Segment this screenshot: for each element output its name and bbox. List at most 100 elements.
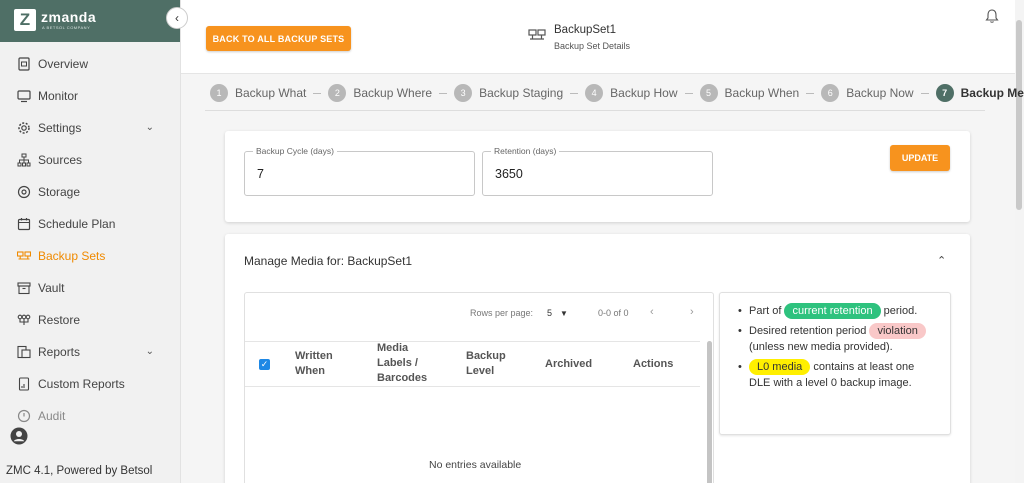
- manage-media-title: Manage Media for: BackupSet1: [244, 254, 413, 268]
- sidebar-item-label: Overview: [38, 57, 89, 71]
- step-number: 7: [935, 84, 954, 102]
- legend-text: Desired retention period: [749, 325, 867, 337]
- storage-icon: [17, 185, 31, 199]
- sources-icon: [17, 153, 31, 167]
- backup-cycle-label: Backup Cycle (days): [253, 146, 337, 156]
- current-retention-badge: current retention: [784, 303, 881, 319]
- column-archived[interactable]: Archived: [545, 357, 592, 372]
- caret-down-icon[interactable]: ▼: [560, 309, 568, 318]
- sidebar-item-label: Audit: [38, 409, 66, 423]
- chevron-down-icon: ⌄: [145, 122, 154, 133]
- calendar-icon: [17, 217, 31, 231]
- wizard-stepper: 1 Backup What 2 Backup Where 3 Backup Stagi…: [210, 82, 1024, 104]
- column-backup-level[interactable]: Backup Level: [466, 349, 521, 379]
- step-separator: [570, 92, 579, 94]
- user-account-icon[interactable]: [10, 427, 28, 445]
- step-backup-when[interactable]: 5 Backup When: [699, 84, 800, 102]
- retention-label: Retention (days): [491, 146, 560, 156]
- legend-item-l0-media: L0 media contains at least one DLE with …: [738, 359, 938, 391]
- retention-value: 3650: [495, 167, 523, 181]
- step-label: Backup How: [610, 86, 678, 100]
- step-label: Backup When: [724, 86, 800, 100]
- backup-set-name: BackupSet1: [554, 24, 617, 36]
- sidebar-item-label: Schedule Plan: [38, 217, 116, 231]
- sidebar-item-label: Restore: [38, 313, 81, 327]
- chevron-down-icon: ⌄: [145, 346, 154, 357]
- sidebar-item-sources[interactable]: Sources: [0, 144, 180, 176]
- gear-icon: [17, 121, 31, 135]
- manage-media-card: Manage Media for: BackupSet1 ⌃ Rows per …: [225, 234, 970, 483]
- sidebar: Z zmanda A BETSOL COMPANY Overview Monit…: [0, 0, 181, 483]
- sidebar-item-label: Monitor: [38, 89, 79, 103]
- sidebar-item-schedule-plan[interactable]: Schedule Plan: [0, 208, 180, 240]
- step-number: 2: [328, 84, 347, 102]
- retention-field[interactable]: Retention (days) 3650: [482, 146, 713, 196]
- backup-cycle-field[interactable]: Backup Cycle (days) 7: [244, 146, 475, 196]
- step-backup-staging[interactable]: 3 Backup Staging: [454, 84, 563, 102]
- chevron-up-icon[interactable]: ⌃: [937, 254, 946, 267]
- sidebar-item-settings[interactable]: Settings ⌄: [0, 112, 180, 144]
- sidebar-item-custom-reports[interactable]: Custom Reports: [0, 368, 180, 400]
- step-backup-now[interactable]: 6 Backup Now: [821, 84, 914, 102]
- column-written-when[interactable]: Written When: [295, 349, 355, 379]
- sidebar-item-backup-sets[interactable]: Backup Sets: [0, 240, 180, 272]
- sidebar-item-label: Settings: [38, 121, 82, 135]
- media-table: Rows per page: 5 ▼ 0-0 of 0 ‹ › ✓ Writte…: [244, 292, 714, 483]
- step-label: Backup Where: [353, 86, 433, 100]
- table-header: ✓ Written When Media Labels / Barcodes B…: [245, 341, 700, 387]
- backup-set-icon: [528, 29, 546, 40]
- scrollbar-thumb[interactable]: [1016, 20, 1022, 210]
- sidebar-item-reports[interactable]: Reports ⌄: [0, 336, 180, 368]
- legend-item-violation: Desired retention period violation (unle…: [738, 323, 938, 355]
- step-number: 5: [699, 84, 718, 102]
- update-button[interactable]: UPDATE: [890, 145, 950, 171]
- step-separator: [313, 92, 322, 94]
- step-backup-what[interactable]: 1 Backup What: [210, 84, 306, 102]
- legend-text: Part of: [749, 305, 782, 317]
- rows-per-page-select[interactable]: 5: [547, 308, 552, 318]
- sidebar-item-label: Storage: [38, 185, 81, 199]
- table-scrollbar[interactable]: [707, 341, 712, 483]
- step-number: 1: [210, 84, 228, 102]
- sidebar-item-label: Vault: [38, 281, 65, 295]
- footer-version: ZMC 4.1, Powered by Betsol: [6, 465, 153, 477]
- brand-tagline: A BETSOL COMPANY: [42, 25, 91, 30]
- sidebar-item-overview[interactable]: Overview: [0, 48, 180, 80]
- back-to-backup-sets-button[interactable]: BACK TO ALL BACKUP SETS: [206, 26, 351, 51]
- step-backup-media[interactable]: 7 Backup Media: [935, 84, 1024, 102]
- previous-page-icon[interactable]: ‹: [650, 306, 654, 318]
- legend-text: (unless new media provided).: [749, 341, 893, 353]
- step-separator: [684, 92, 693, 94]
- sidebar-item-label: Reports: [38, 345, 81, 359]
- page-scrollbar[interactable]: [1015, 0, 1024, 483]
- column-media-labels[interactable]: Media Labels / Barcodes: [377, 341, 437, 386]
- step-backup-where[interactable]: 2 Backup Where: [328, 84, 432, 102]
- step-separator: [439, 92, 448, 94]
- legend-item-current-retention: Part of current retention period.: [738, 303, 938, 319]
- backup-cycle-value: 7: [257, 167, 264, 181]
- bell-icon[interactable]: [984, 8, 1000, 24]
- column-actions: Actions: [633, 358, 674, 370]
- media-legend: Part of current retention period. Desire…: [719, 292, 951, 435]
- rows-per-page-label: Rows per page:: [470, 308, 534, 318]
- l0-media-badge: L0 media: [749, 359, 811, 375]
- sidebar-item-restore[interactable]: Restore: [0, 304, 180, 336]
- zmanda-logo-icon: Z: [14, 9, 36, 31]
- step-backup-how[interactable]: 4 Backup How: [585, 84, 678, 102]
- next-page-icon[interactable]: ›: [690, 306, 694, 318]
- step-separator: [806, 92, 815, 94]
- empty-table-message: No entries available: [429, 459, 522, 471]
- step-label: Backup Media: [960, 86, 1024, 100]
- backup-set-subtitle: Backup Set Details: [554, 41, 631, 51]
- select-all-checkbox[interactable]: ✓: [259, 359, 270, 370]
- table-scrollbar-thumb[interactable]: [707, 341, 712, 483]
- pagination-range: 0-0 of 0: [598, 308, 629, 318]
- backup-sets-icon: [17, 249, 31, 263]
- collapse-sidebar-button[interactable]: ‹: [166, 7, 188, 29]
- sidebar-item-monitor[interactable]: Monitor: [0, 80, 180, 112]
- sidebar-item-vault[interactable]: Vault: [0, 272, 180, 304]
- stepper-divider: [205, 110, 985, 111]
- sidebar-item-storage[interactable]: Storage: [0, 176, 180, 208]
- step-label: Backup Now: [846, 86, 914, 100]
- audit-icon: [17, 409, 31, 423]
